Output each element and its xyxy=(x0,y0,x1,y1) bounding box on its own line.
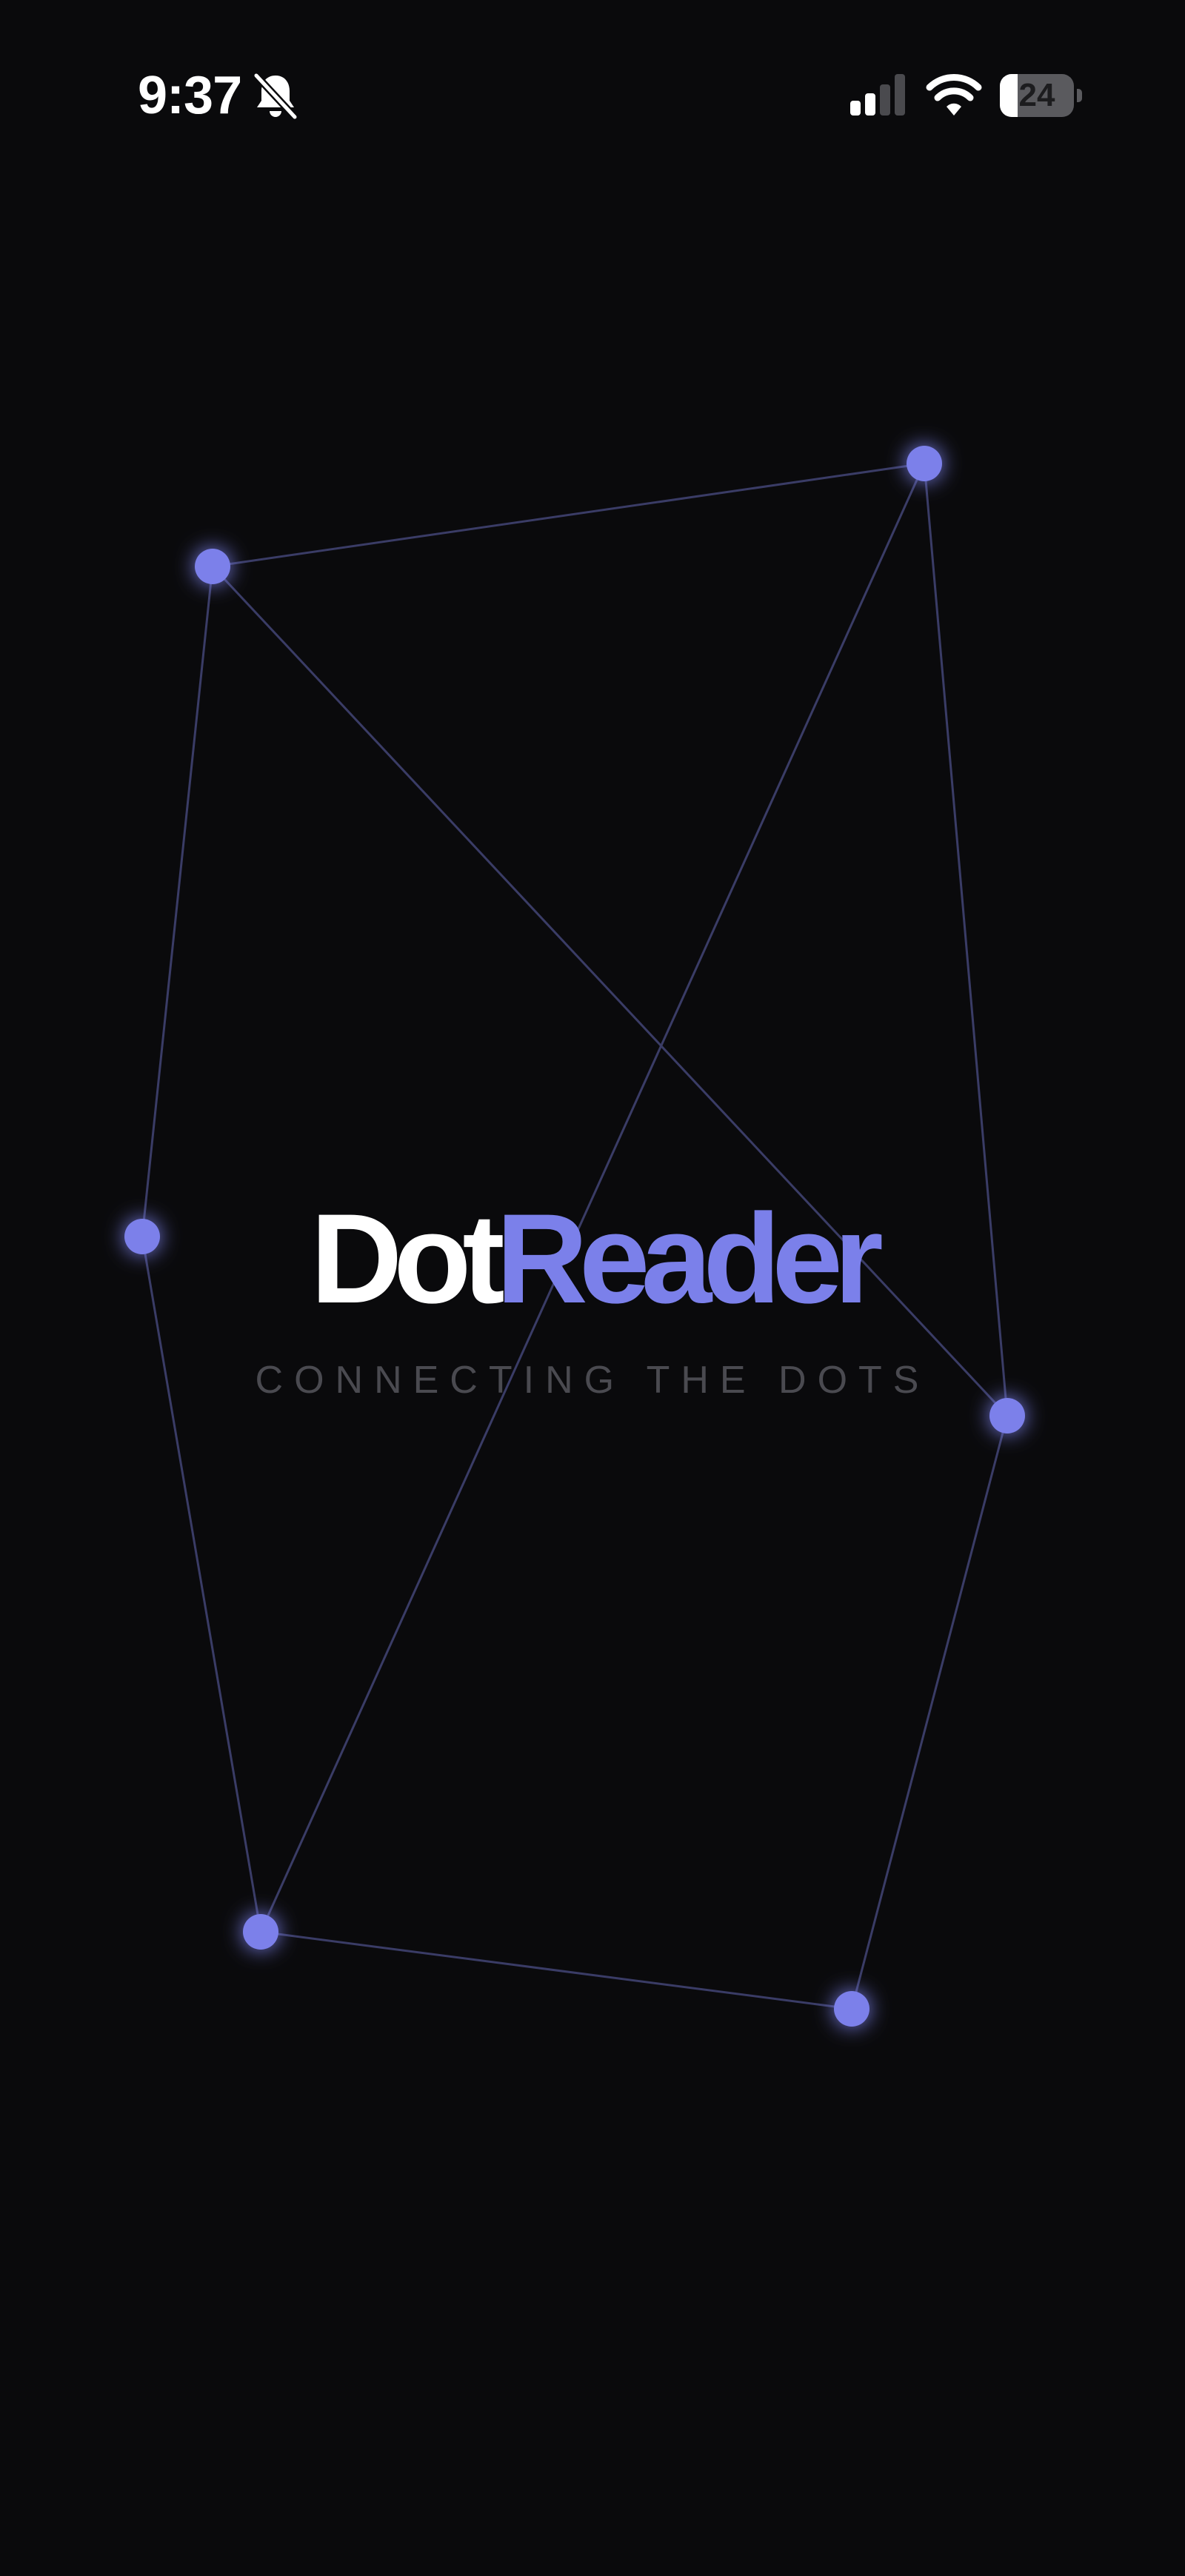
network-line xyxy=(850,1415,1009,2010)
logo-text-reader: Reader xyxy=(495,1188,884,1330)
network-dot xyxy=(907,446,942,481)
network-dot xyxy=(243,1914,278,1950)
status-bar: 9:37 24 xyxy=(0,0,1185,148)
battery-cap xyxy=(1077,89,1082,102)
splash-screen: 9:37 24 DotReader CONNECTING THE DOTS xyxy=(0,0,1185,2576)
bell-slash-icon xyxy=(253,72,298,121)
status-time: 9:37 xyxy=(138,66,242,125)
network-dot xyxy=(195,549,230,584)
logo-text-dot: Dot xyxy=(310,1188,505,1330)
network-line xyxy=(212,462,925,568)
battery-body: 24 xyxy=(1000,74,1074,117)
battery-icon: 24 xyxy=(1000,74,1083,117)
network-line xyxy=(141,1236,262,1933)
network-line xyxy=(260,1930,852,2010)
app-tagline: CONNECTING THE DOTS xyxy=(255,1359,930,1402)
network-dot xyxy=(989,1398,1025,1433)
battery-level: 24 xyxy=(1018,77,1055,113)
network-dot xyxy=(834,1991,869,2027)
app-logo: DotReader xyxy=(0,1192,1185,1325)
wifi-icon xyxy=(926,74,982,116)
network-line xyxy=(141,566,214,1237)
cellular-signal-icon xyxy=(850,74,905,116)
